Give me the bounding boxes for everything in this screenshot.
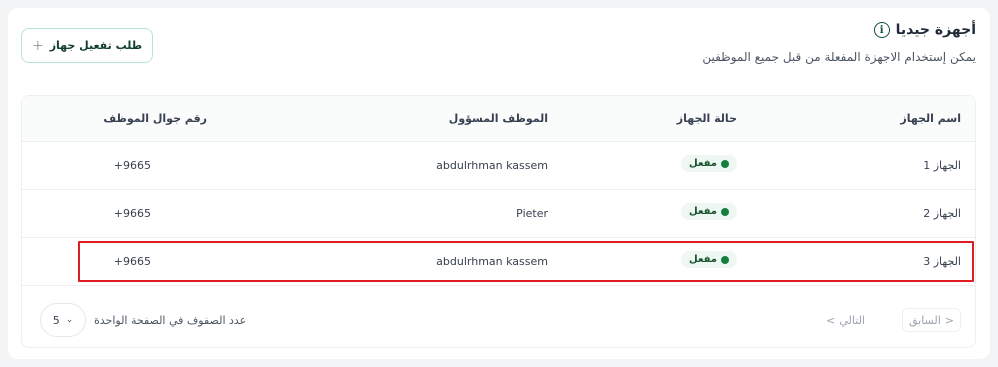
status-dot-icon xyxy=(721,207,729,216)
page-title: أجهزة جيديا xyxy=(895,22,976,38)
rows-per-page-label: عدد الصفوف في الصفحة الواحدة xyxy=(94,314,247,327)
request-activation-label: طلب تفعيل جهاز xyxy=(49,39,143,52)
employee-cell: abdulrhman kassem xyxy=(436,255,548,268)
device-name-cell: الجهاز 2 xyxy=(923,207,961,220)
next-page-button[interactable]: التالي > xyxy=(820,308,871,332)
chevron-left-icon: < xyxy=(944,313,954,327)
employee-cell: Pieter xyxy=(516,207,548,220)
pagination-bar: < السابق التالي > عدد الصفوف في الصفحة ا… xyxy=(22,293,975,347)
status-badge: مفعل xyxy=(681,155,737,172)
column-header-device-name: اسم الجهاز xyxy=(900,112,961,125)
rows-per-page-value: 5 xyxy=(52,313,60,327)
table-header: اسم الجهاز حالة الجهاز الموظف المسؤول رق… xyxy=(22,96,975,142)
table-row[interactable]: الجهاز 1 مفعل abdulrhman kassem +9665 xyxy=(22,142,975,190)
column-header-employee: الموظف المسؤول xyxy=(448,112,548,125)
column-header-status: حالة الجهاز xyxy=(676,112,737,125)
status-label: مفعل xyxy=(689,254,717,265)
plus-icon: + xyxy=(31,37,44,54)
status-label: مفعل xyxy=(689,158,717,169)
request-activation-button[interactable]: طلب تفعيل جهاز + xyxy=(21,28,153,63)
status-dot-icon xyxy=(721,255,729,264)
device-name-cell: الجهاز 3 xyxy=(923,255,961,268)
status-label: مفعل xyxy=(689,206,717,217)
phone-cell: +9665 xyxy=(113,207,151,220)
devices-table: اسم الجهاز حالة الجهاز الموظف المسؤول رق… xyxy=(21,95,976,348)
title-row: أجهزة جيديا i xyxy=(873,22,976,38)
page-subtitle: يمكن إستخدام الاجهزة المفعلة من قبل جميع… xyxy=(702,50,976,64)
phone-cell: +9665 xyxy=(113,255,151,268)
prev-page-button[interactable]: < السابق xyxy=(901,308,961,332)
column-header-phone: رقم جوال الموظف xyxy=(103,112,207,125)
status-badge: مفعل xyxy=(681,251,737,268)
employee-cell: abdulrhman kassem xyxy=(436,159,548,172)
table-row[interactable]: الجهاز 2 مفعل Pieter +9665 xyxy=(22,190,975,238)
phone-cell: +9665 xyxy=(113,159,151,172)
table-row[interactable]: الجهاز 3 مفعل abdulrhman kassem +9665 xyxy=(22,238,975,286)
devices-card: أجهزة جيديا i يمكن إستخدام الاجهزة المفع… xyxy=(8,8,990,359)
device-name-cell: الجهاز 1 xyxy=(923,159,961,172)
status-badge: مفعل xyxy=(681,203,737,220)
info-icon[interactable]: i xyxy=(873,22,890,38)
status-dot-icon xyxy=(721,159,729,168)
chevron-right-icon: > xyxy=(826,313,836,327)
chevron-down-icon: ⌄ xyxy=(65,315,74,325)
next-page-label: التالي xyxy=(839,313,865,327)
prev-page-label: السابق xyxy=(908,313,941,327)
rows-per-page-select[interactable]: 5 ⌄ xyxy=(40,303,86,337)
